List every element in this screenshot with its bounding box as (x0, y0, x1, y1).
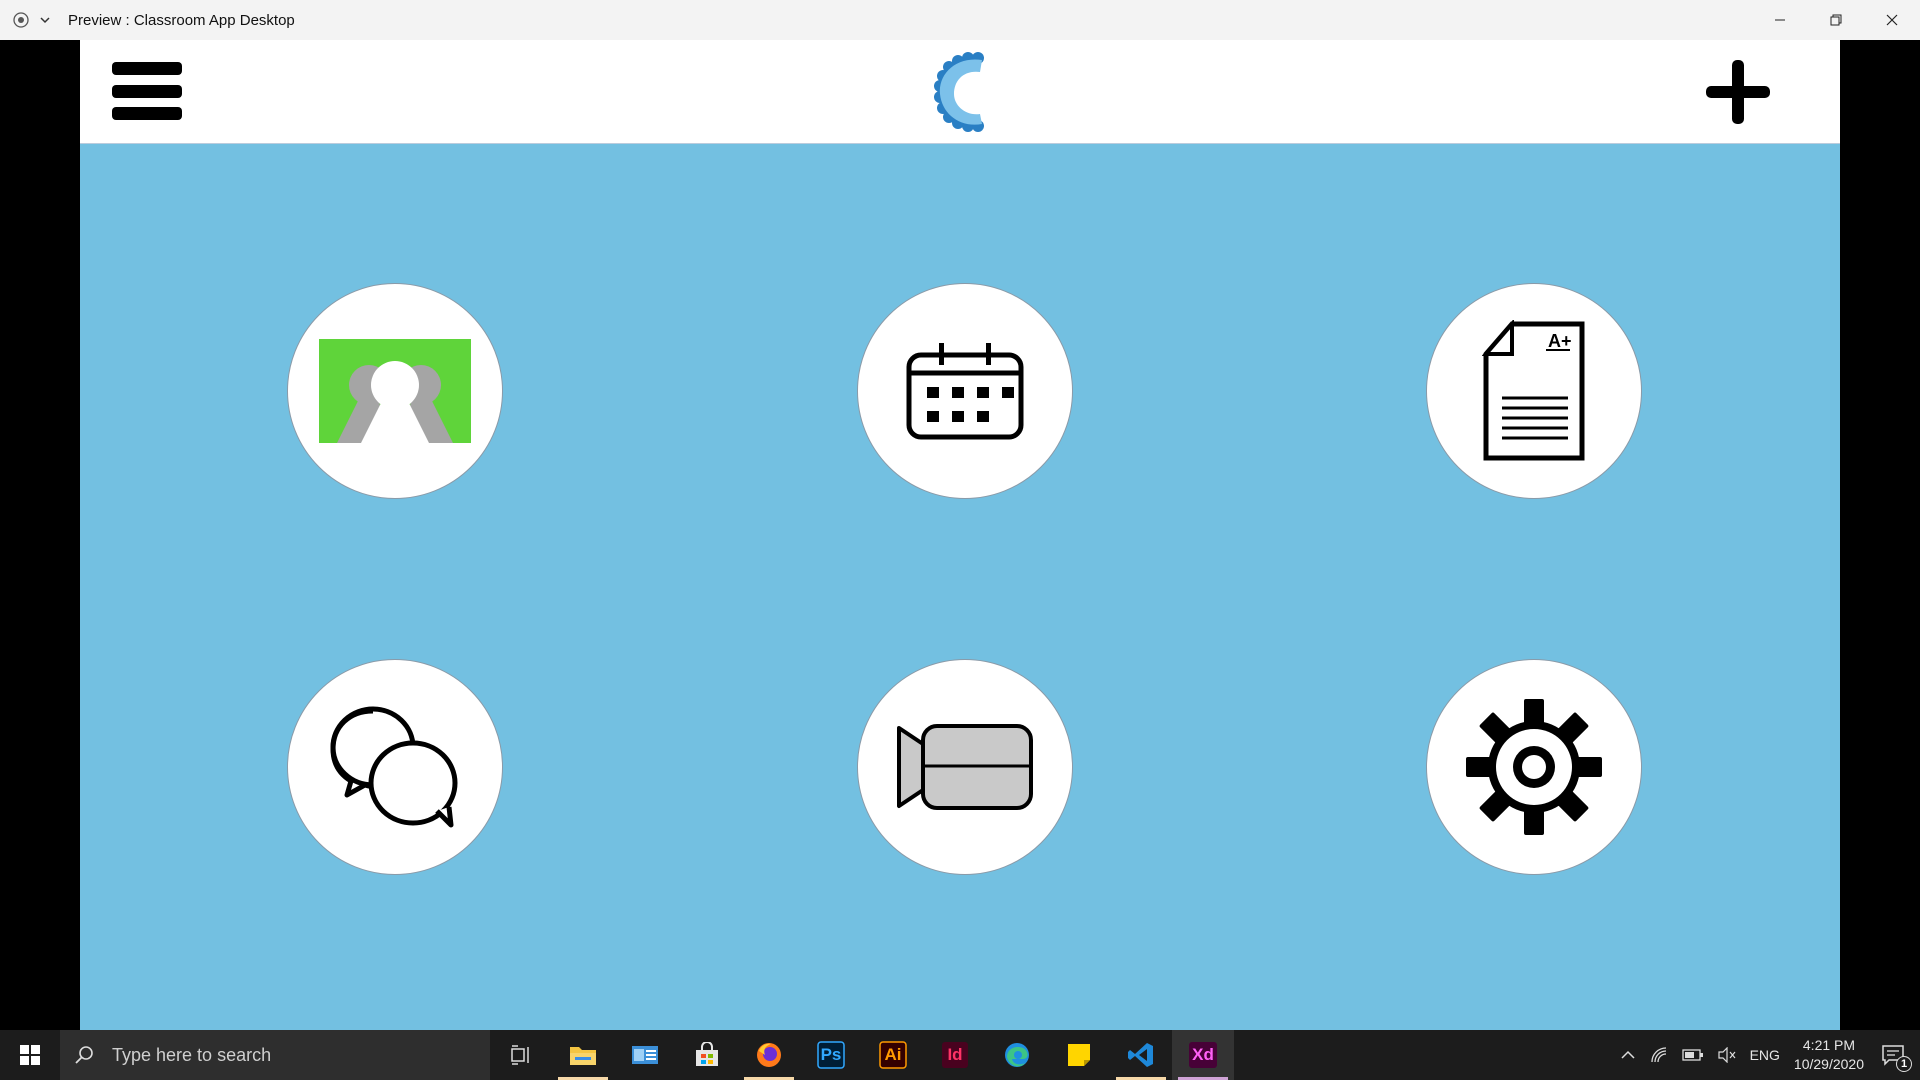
chat-bubbles-icon (330, 706, 458, 828)
plus-icon (1706, 60, 1770, 124)
mail-icon (632, 1046, 658, 1064)
volume-muted-icon[interactable] (1717, 1047, 1736, 1063)
gear-icon (1466, 699, 1602, 835)
menu-button[interactable] (110, 60, 184, 122)
taskbar-search[interactable]: Type here to search (60, 1030, 490, 1080)
taskbar: Type here to search Ps Ai Id Xd ENG 4:21… (0, 1030, 1920, 1080)
windows-logo-icon (20, 1045, 40, 1065)
clock-date: 10/29/2020 (1793, 1056, 1864, 1072)
close-icon (1886, 14, 1898, 26)
contacts-tile[interactable] (287, 283, 503, 499)
taskbar-firefox[interactable] (738, 1030, 800, 1080)
chevron-down-icon[interactable] (38, 13, 52, 27)
taskbar-task-view[interactable] (490, 1030, 552, 1080)
contacts-people-icon (319, 339, 471, 443)
taskbar-xd[interactable]: Xd (1172, 1030, 1234, 1080)
xd-label: Xd (1192, 1045, 1214, 1064)
clock[interactable]: 4:21 PM 10/29/2020 (1794, 1036, 1864, 1074)
taskbar-indesign[interactable]: Id (924, 1030, 986, 1080)
task-view-icon (511, 1045, 529, 1065)
grades-tile[interactable] (1426, 283, 1642, 499)
app-logo (920, 48, 1000, 136)
video-camera-icon (897, 724, 1033, 810)
taskbar-photoshop[interactable]: Ps (800, 1030, 862, 1080)
taskbar-illustrator[interactable]: Ai (862, 1030, 924, 1080)
clock-time: 4:21 PM (1802, 1037, 1856, 1053)
network-icon[interactable] (1650, 1046, 1668, 1064)
firefox-icon (757, 1043, 781, 1067)
grade-label: A+ (1548, 331, 1572, 351)
video-tile[interactable] (857, 659, 1073, 875)
calendar-icon (906, 343, 1024, 440)
search-icon (75, 1046, 93, 1064)
hamburger-menu-icon (112, 62, 182, 120)
restore-button[interactable] (1808, 0, 1864, 40)
close-button[interactable] (1864, 0, 1920, 40)
illustrator-label: Ai (884, 1045, 902, 1064)
notification-badge: 1 (1896, 1056, 1912, 1072)
calendar-tile[interactable] (857, 283, 1073, 499)
taskbar-outlook[interactable] (614, 1030, 676, 1080)
taskbar-store[interactable] (676, 1030, 738, 1080)
vscode-icon (1128, 1043, 1153, 1067)
minimize-icon (1775, 19, 1785, 21)
settings-tile[interactable] (1426, 659, 1642, 875)
taskbar-sticky-notes[interactable] (1048, 1030, 1110, 1080)
sticky-note-icon (1068, 1044, 1090, 1066)
indesign-label: Id (947, 1045, 963, 1064)
start-button[interactable] (0, 1030, 60, 1080)
photoshop-label: Ps (820, 1045, 842, 1064)
system-tray: ENG 4:21 PM 10/29/2020 1 (1620, 1030, 1920, 1080)
taskbar-file-explorer[interactable] (552, 1030, 614, 1080)
taskbar-edge[interactable] (986, 1030, 1048, 1080)
taskbar-vscode[interactable] (1110, 1030, 1172, 1080)
restore-icon (1830, 14, 1842, 26)
store-bag-icon (696, 1042, 718, 1066)
minimize-button[interactable] (1752, 0, 1808, 40)
language-indicator[interactable]: ENG (1750, 1047, 1780, 1063)
app-canvas (80, 40, 1840, 1030)
search-placeholder: Type here to search (112, 1044, 272, 1065)
classroom-c-logo-icon (934, 52, 986, 132)
folder-icon (570, 1047, 596, 1065)
notification-center-button[interactable]: 1 (1878, 1040, 1912, 1072)
app-record-icon[interactable] (12, 11, 30, 29)
chevron-up-icon[interactable] (1620, 1047, 1636, 1063)
window-title-bar: Preview : Classroom App Desktop (0, 0, 1920, 40)
add-button[interactable] (1700, 54, 1776, 130)
app-header (80, 40, 1840, 144)
edge-icon (1005, 1043, 1029, 1067)
window-title: Preview : Classroom App Desktop (68, 11, 295, 29)
chat-tile[interactable] (287, 659, 503, 875)
battery-icon[interactable] (1681, 1048, 1704, 1062)
